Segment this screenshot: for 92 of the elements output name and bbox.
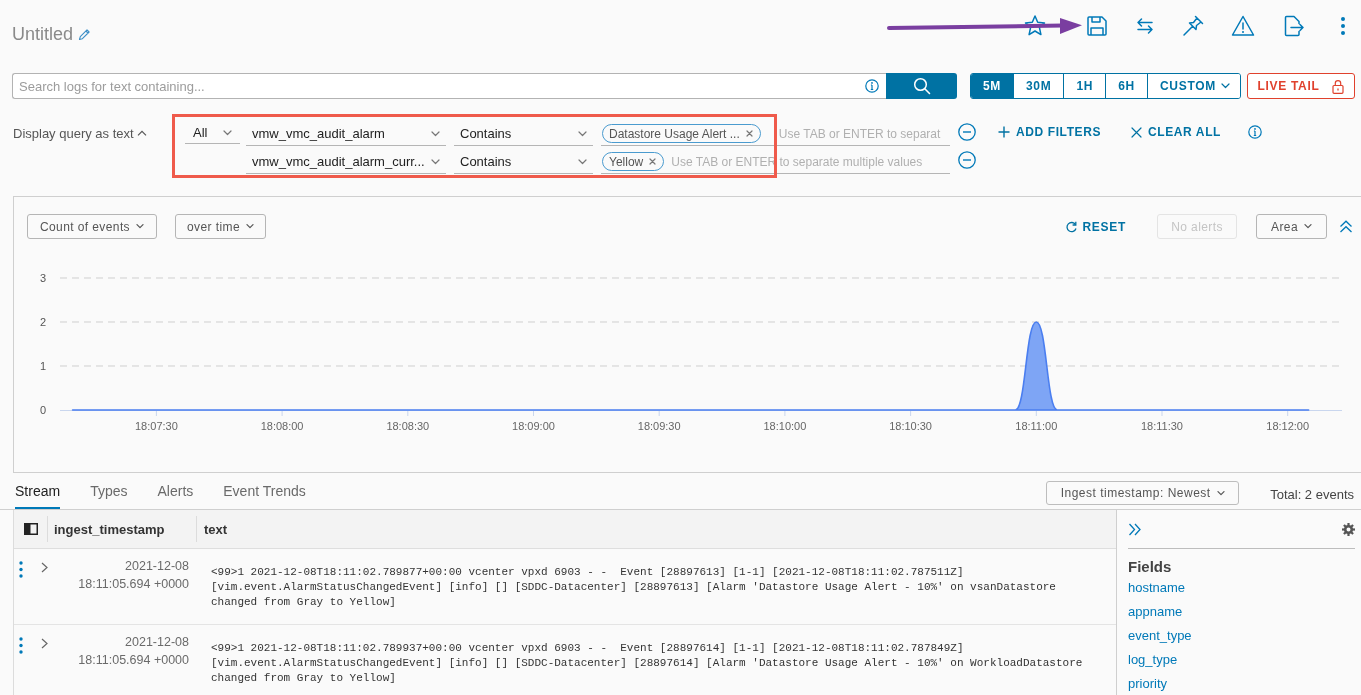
timestamp-date: 2021-12-08 (124, 634, 189, 651)
field-select[interactable]: vmw_vmc_audit_alarm_curr... (246, 150, 446, 174)
timestamp-time: 18:11:05.694 +0000 (77, 652, 189, 669)
column-header[interactable]: ingest_timestamp (54, 521, 165, 537)
plus-icon (998, 126, 1010, 138)
tab[interactable]: Types (90, 473, 128, 509)
chart-type-select[interactable]: Area (1256, 214, 1327, 239)
x-tick-label: 18:10:30 (889, 420, 932, 432)
field-link[interactable]: log_type (1128, 648, 1178, 672)
caret-icon (223, 129, 232, 136)
field-select[interactable]: vmw_vmc_audit_alarm (246, 122, 446, 146)
live-tail-button[interactable]: LIVE TAIL (1246, 73, 1355, 99)
grouping-select[interactable]: over time (175, 214, 266, 239)
star-icon[interactable] (1023, 14, 1047, 38)
fields-title: Fields (1128, 558, 1173, 576)
vertical-dots-icon[interactable] (19, 637, 23, 654)
value-input[interactable]: Use TAB or ENTER to separat (778, 124, 950, 143)
pencil-icon[interactable] (78, 27, 92, 41)
x-tick-label: 18:12:00 (1266, 420, 1310, 432)
chevron-right-icon[interactable] (41, 638, 48, 649)
search-icon (912, 77, 931, 95)
search-button[interactable] (886, 73, 957, 99)
x-tick-label: 18:07:30 (135, 420, 178, 432)
caret-icon (578, 158, 587, 165)
reset-button[interactable]: RESET (1066, 214, 1126, 239)
column-header[interactable]: text (204, 521, 228, 537)
log-text: <99>1 2021-12-08T18:11:02.789937+00:00 vcenter vpxd 6903 - - Event [28897614] [1-1] [2021-12-08T18:11:02.787849Z] [vim.event.AlarmStatusChangedEvent] [info] [] [SDDC-Datacenter] [28897614] [Alarm 'Datastore Usage Alert - 10%' on WorkloadDatastore changed from Gray to Yellow] (211, 641, 1084, 686)
operator-select[interactable]: Contains (454, 122, 593, 146)
y-tick-label: 2 (39, 316, 46, 328)
caret-icon (1303, 224, 1312, 229)
operator-select[interactable]: Contains (454, 150, 593, 174)
vertical-dots-icon[interactable] (19, 561, 23, 578)
caret-icon (1216, 490, 1225, 496)
caret-icon (431, 130, 440, 137)
event-total: Total: 2 events (1270, 487, 1354, 504)
x-tick-label: 18:11:30 (1141, 420, 1183, 432)
double-chevron-up-icon[interactable] (1339, 220, 1353, 233)
x-tick-label: 18:09:30 (637, 420, 681, 432)
page-title: Untitled (12, 23, 74, 45)
caret-icon (431, 158, 440, 165)
y-tick-label: 1 (39, 360, 46, 372)
value-field[interactable]: Datastore Usage Alert ... Use TAB or ENTER to separat (601, 122, 950, 146)
timestamp-date: 2021-12-08 (124, 558, 189, 575)
x-tick-label: 18:09:00 (512, 420, 555, 432)
time-range-button[interactable]: 30M (1013, 74, 1064, 98)
log-text: <99>1 2021-12-08T18:11:02.789877+00:00 vcenter vpxd 6903 - - Event [28897613] [1-1] [2021-12-08T18:11:02.787511Z] [vim.event.AlarmStatusChangedEvent] [info] [] [SDDC-Datacenter] [28897613] [Alarm 'Datastore Usage Alert - 10%' on vsanDatastore changed from Gray to Yellow] (211, 565, 1057, 610)
value-input[interactable]: Use TAB or ENTER to separate multiple values (671, 152, 950, 171)
minus-circle-icon[interactable] (958, 123, 976, 141)
warning-icon[interactable] (1231, 14, 1255, 38)
minus-circle-icon[interactable] (958, 151, 976, 169)
y-tick-label: 3 (39, 272, 46, 284)
tab[interactable]: Alerts (157, 473, 194, 509)
timestamp-time: 18:11:05.694 +0000 (77, 576, 189, 593)
caret-icon (578, 130, 587, 137)
value-field[interactable]: Yellow Use TAB or ENTER to separate multiple values (601, 150, 950, 174)
search-field[interactable]: Search logs for text containing... (12, 73, 887, 99)
y-tick-label: 0 (39, 404, 46, 416)
close-icon[interactable] (745, 130, 753, 137)
field-link[interactable]: hostname (1128, 576, 1186, 600)
time-range-button[interactable]: 6H (1105, 74, 1147, 98)
time-range-button[interactable]: 1H (1063, 74, 1106, 98)
time-range-button[interactable]: CUSTOM (1146, 74, 1240, 98)
info-icon[interactable] (865, 79, 880, 93)
x-tick-label: 18:11:00 (1015, 420, 1058, 432)
info-icon[interactable] (1248, 125, 1262, 139)
caret-icon (1220, 83, 1230, 89)
double-chevron-right-icon[interactable] (1128, 522, 1142, 536)
add-filters-button[interactable]: ADD FILTERS (998, 123, 1102, 141)
settings-icon[interactable] (1342, 522, 1355, 536)
time-range-button[interactable]: 5M (970, 74, 1013, 98)
x-tick-label: 18:08:00 (260, 420, 304, 432)
match-select[interactable]: All (185, 122, 240, 144)
split-panel-icon[interactable] (23, 523, 38, 535)
close-icon (1131, 126, 1143, 138)
field-link[interactable]: appname (1128, 600, 1183, 624)
field-link[interactable]: priority (1128, 672, 1167, 695)
query-toggle[interactable]: Display query as text (13, 124, 185, 142)
chevron-right-icon[interactable] (41, 562, 48, 573)
close-icon[interactable] (649, 158, 657, 165)
lock-icon (1332, 78, 1345, 94)
pin-icon[interactable] (1181, 14, 1205, 38)
clear-all-button[interactable]: CLEAR ALL (1131, 123, 1221, 141)
vertical-dots-icon[interactable] (1340, 16, 1346, 36)
field-link[interactable]: event_type (1128, 624, 1192, 648)
caret-icon (136, 224, 145, 229)
x-tick-label: 18:08:30 (386, 420, 430, 432)
refresh-icon (1066, 220, 1078, 233)
tab[interactable]: Event Trends (223, 473, 306, 509)
metric-select[interactable]: Count of events (27, 214, 157, 239)
caret-icon (245, 224, 254, 229)
x-tick-label: 18:10:00 (763, 420, 807, 432)
sort-select[interactable]: Ingest timestamp: Newest (1046, 481, 1240, 505)
